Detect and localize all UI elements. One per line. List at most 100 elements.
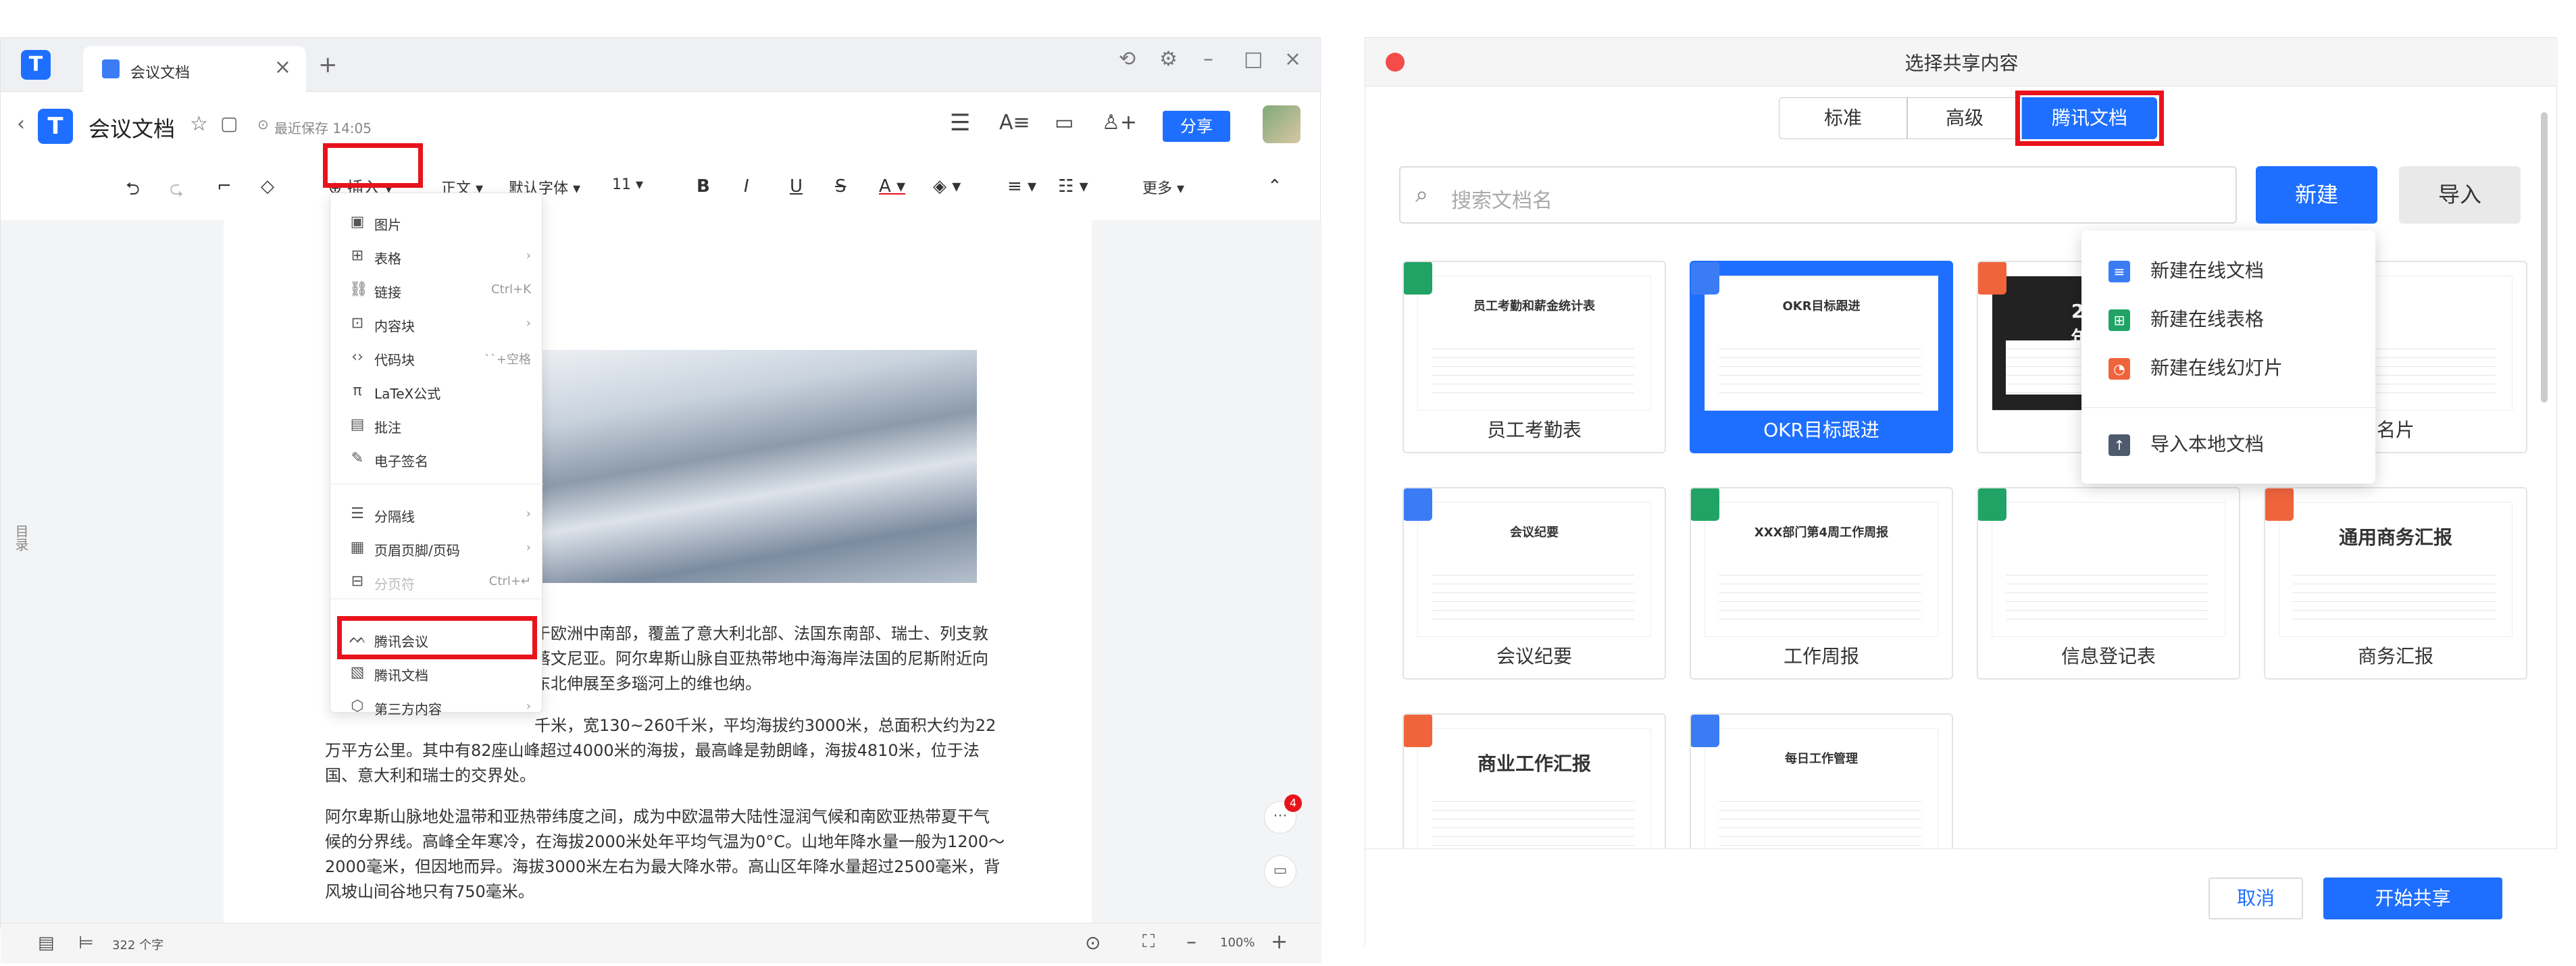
menu-item: ⊟ 分页符 Ctrl+↵	[330, 565, 543, 599]
tab-advanced[interactable]: 高级	[1907, 97, 2022, 139]
template-card[interactable]: 员工考勤和薪金统计表员工考勤表	[1403, 261, 1666, 453]
doc-icon	[1691, 715, 1719, 747]
template-thumbnail: 商业工作汇报	[1417, 728, 1651, 848]
redo-icon[interactable]: ⮎	[170, 176, 184, 206]
template-card[interactable]: 商业工作汇报	[1403, 713, 1666, 848]
import-button[interactable]: 导入	[2399, 166, 2521, 224]
search-input[interactable]: ⌕ 搜索文档名	[1399, 166, 2237, 224]
font-size-value: 11	[612, 176, 631, 193]
play-icon[interactable]: ⊙	[1085, 932, 1101, 954]
list-icon[interactable]: ☰	[950, 109, 970, 136]
import-local-doc[interactable]: ↑ 导入本地文档	[2108, 430, 2264, 457]
popup-label: 新建在线幻灯片	[2150, 357, 2283, 379]
menu-item[interactable]: ▦ 页眉页脚/页码 ›	[330, 531, 543, 565]
ruler-icon[interactable]: ⊨	[78, 933, 94, 953]
app-logo[interactable]: T	[21, 50, 51, 80]
more-button[interactable]: 更多 ▾	[1142, 176, 1184, 198]
folder-icon[interactable]: ▢	[220, 112, 238, 134]
highlight-icon[interactable]: ◈ ▾	[933, 176, 961, 197]
menu-item[interactable]: ▣ 图片	[330, 205, 543, 239]
font-color-icon[interactable]: A ▾	[879, 176, 905, 197]
bullet-list-icon[interactable]: ☷ ▾	[1058, 176, 1088, 197]
underline-icon[interactable]: U	[790, 176, 803, 197]
tab-bar: T 会议文档 × + ⟲ ⚙ – □ ×	[1, 38, 1321, 92]
add-tab-icon[interactable]: +	[318, 51, 338, 78]
undo-icon[interactable]: ⮌	[126, 176, 140, 206]
toc-toggle[interactable]: 目录	[9, 524, 29, 551]
close-icon[interactable]: ×	[274, 55, 291, 79]
thumbnail-rows	[2006, 567, 2208, 621]
new-online-doc[interactable]: ≡ 新建在线文档	[2108, 256, 2264, 283]
doc-icon: ≡	[2108, 261, 2130, 282]
text-format-icon[interactable]: A≡	[999, 111, 1030, 134]
minimize-icon[interactable]: –	[1203, 47, 1213, 71]
new-button[interactable]: 新建	[2256, 166, 2377, 224]
font-size-select[interactable]: 11 ▾	[612, 176, 643, 193]
doc-icon	[1404, 488, 1432, 521]
slide-icon	[1978, 262, 2006, 295]
zoom-in-icon[interactable]: +	[1271, 930, 1288, 954]
template-card[interactable]: XXX部门第4周工作周报 工作周报	[1690, 487, 1953, 680]
gear-icon[interactable]: ⚙	[1159, 47, 1178, 71]
strikethrough-icon[interactable]: S	[835, 176, 847, 197]
save-status: 最近保存 14:05	[274, 120, 372, 136]
menu-item[interactable]: ▤ 批注	[330, 408, 543, 442]
page-view-icon[interactable]: ▤	[38, 933, 55, 953]
new-online-slide[interactable]: ◔ 新建在线幻灯片	[2108, 353, 2283, 380]
maximize-icon[interactable]: □	[1244, 47, 1263, 71]
template-thumbnail: 会议纪要	[1417, 502, 1651, 637]
italic-icon[interactable]: I	[744, 176, 749, 197]
cancel-button[interactable]: 取消	[2208, 878, 2303, 919]
template-card[interactable]: 会议纪要 会议纪要	[1403, 487, 1666, 680]
template-card[interactable]: OKR目标跟进 OKR目标跟进	[1690, 261, 1953, 453]
align-icon[interactable]: ≡ ▾	[1007, 176, 1036, 197]
menu-item-shortcut: Ctrl+↵	[488, 574, 531, 588]
popup-label: 新建在线文档	[2150, 259, 2265, 282]
menu-item[interactable]: ⛓ 链接 Ctrl+K	[330, 273, 543, 307]
format-painter-icon[interactable]: ⌐	[217, 176, 232, 197]
zoom-level[interactable]: 100%	[1220, 936, 1255, 950]
menu-item[interactable]: π LaTeX公式	[330, 374, 543, 408]
thumbnail-title: 商业工作汇报	[1477, 753, 1591, 775]
popup-divider	[2081, 407, 2375, 408]
outline-panel-button[interactable]: ▭	[1264, 855, 1296, 888]
present-icon[interactable]: ▭	[1055, 111, 1074, 134]
new-online-sheet[interactable]: ⊞ 新建在线表格	[2108, 305, 2264, 332]
tab-standard[interactable]: 标准	[1779, 97, 1907, 139]
doc-title[interactable]: 会议文档	[89, 112, 175, 143]
mountain-image[interactable]	[521, 350, 977, 583]
menu-item-shortcut: ›	[526, 540, 531, 555]
back-icon[interactable]: ‹	[17, 112, 25, 136]
share-button[interactable]: 分享	[1163, 111, 1230, 142]
window-close-icon[interactable]: ×	[1284, 47, 1301, 71]
thumbnail-title: 员工考勤和薪金统计表	[1473, 299, 1595, 313]
add-user-icon[interactable]: ♙+	[1102, 111, 1137, 134]
thumbnail-title: OKR目标跟进	[1782, 299, 1861, 313]
menu-item-label: 内容块	[374, 318, 415, 334]
menu-item[interactable]: ⊡ 内容块 ›	[330, 307, 543, 340]
template-title: 员工考勤表	[1486, 419, 1582, 441]
clear-format-icon[interactable]: ◇	[261, 176, 274, 197]
paragraph-line: 落文尼亚。阿尔卑斯山脉自亚热带地中海海岸法国的尼斯附近向	[534, 649, 988, 668]
start-share-button[interactable]: 开始共享	[2323, 878, 2502, 919]
menu-item[interactable]: ‹› 代码块 ``+空格	[330, 340, 543, 374]
star-icon[interactable]: ☆	[190, 112, 208, 136]
zoom-out-icon[interactable]: –	[1186, 930, 1196, 954]
avatar[interactable]	[1263, 105, 1300, 143]
tab-document[interactable]: 会议文档 ×	[83, 46, 306, 92]
template-card[interactable]: 通用商务汇报 商务汇报	[2264, 487, 2527, 680]
menu-item-icon: ▣	[350, 213, 365, 230]
notification-badge: 4	[1284, 794, 1302, 812]
refresh-icon[interactable]: ⟲	[1119, 47, 1136, 71]
menu-item[interactable]: ⊞ 表格 ›	[330, 239, 543, 273]
collapse-icon[interactable]: ⌃	[1267, 176, 1282, 197]
menu-item[interactable]: ⬡ 第三方内容 ›	[330, 690, 543, 723]
fullscreen-icon[interactable]: ⛶	[1142, 932, 1155, 952]
scrollbar[interactable]	[2541, 112, 2548, 403]
menu-item[interactable]: ☰ 分隔线 ›	[330, 497, 543, 531]
bold-icon[interactable]: B	[697, 176, 710, 197]
menu-item[interactable]: ▧ 腾讯文档	[330, 656, 543, 690]
template-card[interactable]: 信息登记表	[1977, 487, 2240, 680]
template-card[interactable]: 每日工作管理	[1690, 713, 1953, 848]
menu-item[interactable]: ✎ 电子签名	[330, 442, 543, 476]
